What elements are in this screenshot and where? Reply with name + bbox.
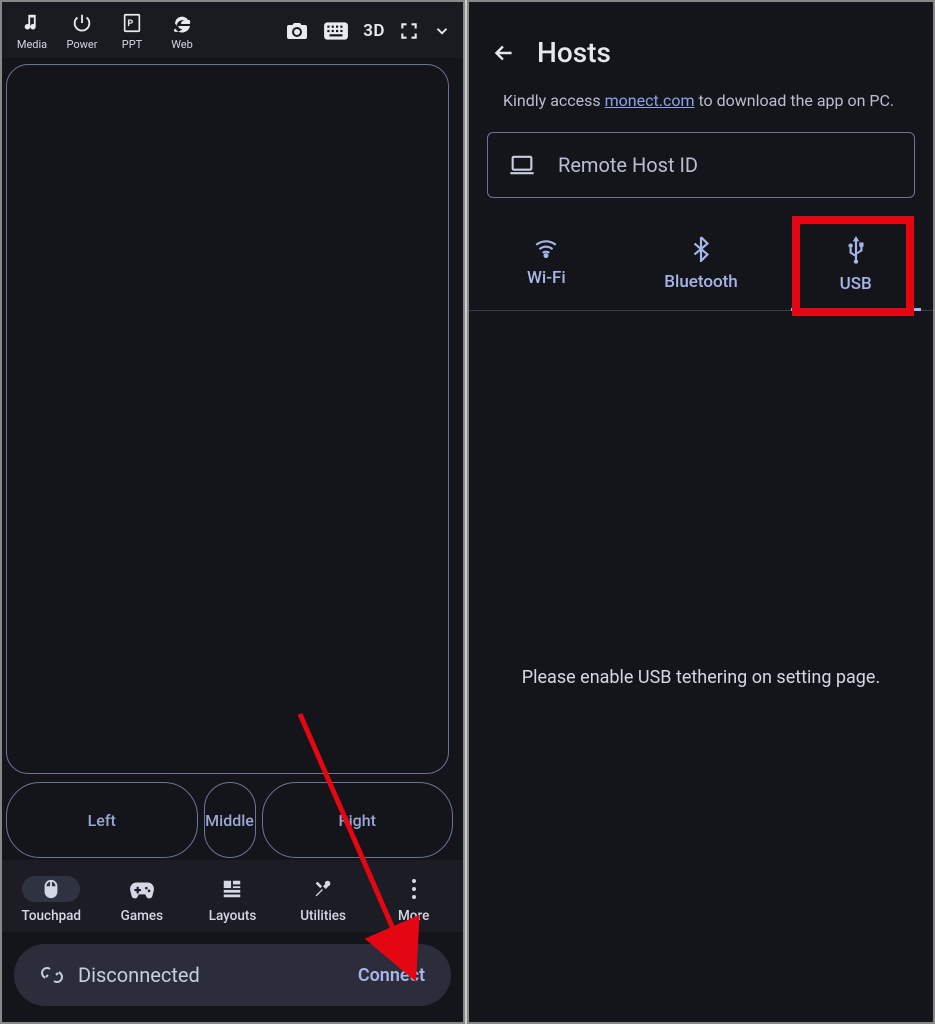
nav-label: Touchpad xyxy=(22,908,82,924)
toolbar-label: Web xyxy=(171,38,193,51)
toolbar-label: Power xyxy=(67,38,98,51)
link-broken-icon xyxy=(40,963,64,987)
power-icon xyxy=(71,10,93,36)
keyboard-icon[interactable] xyxy=(323,21,349,41)
tab-usb[interactable]: USB xyxy=(778,232,933,310)
mouse-right-button[interactable]: Right xyxy=(262,782,454,858)
toolbar-ppt[interactable]: P PPT xyxy=(110,10,154,51)
usb-icon xyxy=(846,236,866,264)
input-placeholder: Remote Host ID xyxy=(558,153,698,177)
toolbar-label: Media xyxy=(17,38,47,51)
connection-tabs: Wi-Fi Bluetooth USB xyxy=(469,232,933,311)
back-icon[interactable] xyxy=(491,40,517,66)
nav-layouts[interactable]: Layouts xyxy=(187,876,278,924)
monect-link[interactable]: monect.com xyxy=(605,91,695,110)
nav-label: Games xyxy=(121,908,163,924)
mouse-icon xyxy=(22,876,80,902)
bluetooth-icon xyxy=(692,236,710,262)
toolbar-power[interactable]: Power xyxy=(60,10,104,51)
nav-touchpad[interactable]: Touchpad xyxy=(6,876,97,924)
mouse-left-button[interactable]: Left xyxy=(6,782,198,858)
more-vertical-icon xyxy=(410,876,418,902)
touchpad-screen: Media Power P PPT Web xyxy=(0,0,465,1024)
nav-label: More xyxy=(398,908,429,924)
ppt-icon: P xyxy=(121,10,143,36)
tab-label: Wi-Fi xyxy=(527,268,566,288)
nav-label: Layouts xyxy=(209,908,257,924)
touchpad-surface[interactable] xyxy=(6,64,449,774)
nav-label: Utilities xyxy=(300,908,346,924)
download-hint: Kindly access monect.com to download the… xyxy=(469,77,933,110)
gamepad-icon xyxy=(129,876,155,902)
laptop-icon xyxy=(508,153,536,177)
toolbar-web[interactable]: Web xyxy=(160,10,204,51)
remote-host-id-input[interactable]: Remote Host ID xyxy=(487,132,915,198)
tab-bluetooth[interactable]: Bluetooth xyxy=(624,232,779,310)
usb-tethering-message: Please enable USB tethering on setting p… xyxy=(469,667,933,688)
hosts-screen: Hosts Kindly access monect.com to downlo… xyxy=(467,0,935,1024)
music-icon xyxy=(21,10,43,36)
toolbar-label: PPT xyxy=(122,38,142,51)
tab-wifi[interactable]: Wi-Fi xyxy=(469,232,624,310)
toolbar-media[interactable]: Media xyxy=(10,10,54,51)
bottom-nav: Touchpad Games Layouts Utilities More xyxy=(2,860,463,932)
layouts-icon xyxy=(221,876,243,902)
fullscreen-icon[interactable] xyxy=(399,21,419,41)
nav-games[interactable]: Games xyxy=(97,876,188,924)
chevron-down-icon[interactable] xyxy=(433,22,451,40)
svg-text:P: P xyxy=(127,19,133,29)
touchpad-area: Left Middle Right xyxy=(6,64,453,860)
page-title: Hosts xyxy=(537,36,611,69)
3d-button[interactable]: 3D xyxy=(363,21,385,41)
status-text: Disconnected xyxy=(78,963,200,987)
top-toolbar: Media Power P PPT Web xyxy=(2,2,463,58)
camera-icon[interactable] xyxy=(285,19,309,43)
tab-label: Bluetooth xyxy=(664,272,738,292)
tab-label: USB xyxy=(840,274,872,294)
connection-status-bar[interactable]: Disconnected Connect xyxy=(14,944,451,1006)
tools-icon xyxy=(312,876,334,902)
mouse-middle-button[interactable]: Middle xyxy=(204,782,256,858)
nav-more[interactable]: More xyxy=(368,876,459,924)
connect-button[interactable]: Connect xyxy=(358,965,425,986)
wifi-icon xyxy=(533,236,559,258)
nav-utilities[interactable]: Utilities xyxy=(278,876,369,924)
ie-icon xyxy=(170,10,194,36)
